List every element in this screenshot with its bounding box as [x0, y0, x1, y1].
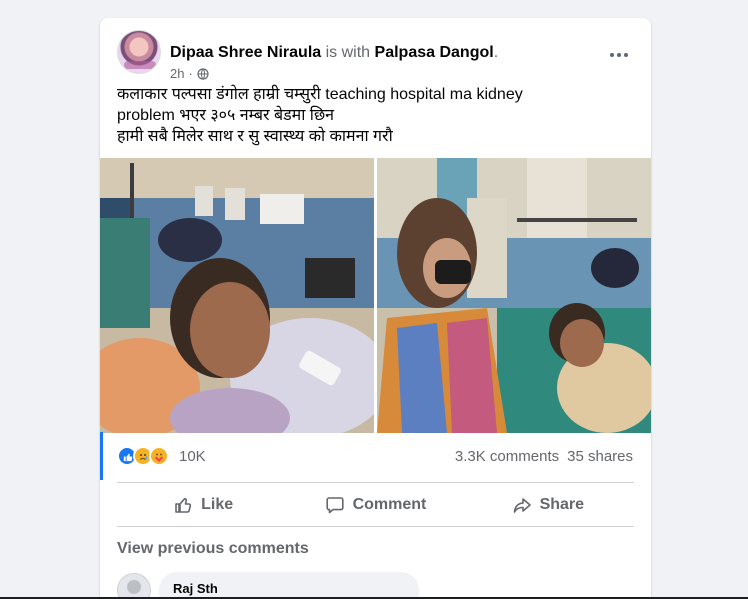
- comment-label: Comment: [352, 496, 427, 513]
- view-previous-comments-link[interactable]: View previous comments: [117, 540, 309, 558]
- photo-grid: [100, 158, 651, 433]
- comment: Raj Sth: [117, 570, 637, 599]
- post-meta: 2h ·: [170, 66, 209, 81]
- with-text: is with: [325, 44, 371, 61]
- care-reaction-icon: [149, 446, 169, 466]
- post-text: कलाकार पल्पसा डंगोल हाम्री चम्सुरी teach…: [117, 84, 637, 147]
- comment-bubble: Raj Sth: [159, 572, 419, 599]
- shares-count[interactable]: 35 shares: [567, 448, 633, 465]
- globe-icon: [197, 67, 209, 80]
- share-label: Share: [539, 496, 585, 513]
- post-time[interactable]: 2h: [170, 66, 184, 81]
- accent-bar: [100, 432, 103, 480]
- post-header: Dipaa Shree Niraula is with Palpasa Dang…: [117, 30, 634, 81]
- tagged-name[interactable]: Palpasa Dangol: [375, 44, 494, 61]
- period: .: [493, 44, 499, 61]
- comments-count[interactable]: 3.3K comments: [455, 448, 559, 465]
- comment-button[interactable]: Comment: [289, 483, 461, 527]
- photo-1[interactable]: [100, 158, 374, 433]
- photo-2[interactable]: [377, 158, 651, 433]
- author-name[interactable]: Dipaa Shree Niraula: [170, 44, 321, 61]
- divider: [117, 526, 634, 527]
- share-button[interactable]: Share: [462, 483, 634, 527]
- post-stats: 10K 3.3K comments 35 shares: [100, 432, 651, 482]
- author-line: Dipaa Shree Niraula is with Palpasa Dang…: [170, 44, 498, 62]
- post-card: Dipaa Shree Niraula is with Palpasa Dang…: [100, 18, 651, 599]
- action-bar: Like Comment Share: [117, 483, 634, 527]
- reaction-summary[interactable]: 10K: [117, 446, 206, 466]
- engagement-counts: 3.3K comments 35 shares: [455, 448, 633, 465]
- post-text-line: problem भएर ३०५ नम्बर बेडमा छिन: [117, 107, 335, 124]
- like-label: Like: [201, 496, 234, 513]
- commenter-avatar[interactable]: [117, 573, 151, 599]
- share-icon: [513, 498, 531, 513]
- author-avatar[interactable]: [117, 30, 161, 74]
- thumbs-up-icon: [175, 497, 192, 513]
- post-text-line: हामी सबै मिलेर साथ र सु स्वास्थ्य को काम…: [117, 128, 393, 145]
- post-text-line: कलाकार पल्पसा डंगोल हाम्री चम्सुरी teach…: [117, 86, 523, 103]
- comment-author[interactable]: Raj Sth: [173, 581, 218, 596]
- comment-icon: [325, 497, 344, 514]
- like-button[interactable]: Like: [117, 483, 289, 527]
- more-options-icon[interactable]: [604, 40, 634, 70]
- reaction-count[interactable]: 10K: [179, 448, 206, 465]
